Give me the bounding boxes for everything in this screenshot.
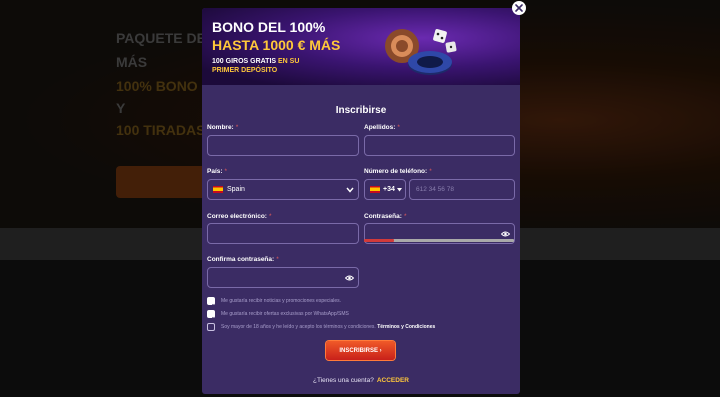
phone-prefix-select[interactable]: +34 [364, 179, 406, 200]
casino-chips-image [385, 29, 457, 75]
signup-submit-button[interactable]: INSCRIBIRSE › [326, 341, 395, 360]
last-name-field[interactable] [364, 135, 515, 156]
chevron-down-icon [346, 187, 354, 193]
confirm-password-label: Confirma contraseña: * [207, 256, 279, 263]
confirm-password-field[interactable] [207, 267, 359, 288]
caret-down-icon [397, 188, 402, 192]
terms-checkbox-label: Soy mayor de 18 años y he leído y acepto… [221, 324, 436, 330]
last-name-label: Apellidos: * [364, 124, 400, 131]
terms-checkbox[interactable] [207, 323, 215, 331]
terms-link[interactable]: Términos y Condiciones [377, 324, 435, 330]
eye-icon[interactable] [345, 275, 354, 281]
news-checkbox[interactable] [207, 297, 215, 309]
spain-flag-icon [213, 186, 223, 193]
promo-subheadline: HASTA 1000 € MÁS [212, 37, 341, 53]
email-label: Correo electrónico: * [207, 213, 272, 220]
check-icon [208, 303, 214, 309]
news-checkbox-label: Me gustaría recibir noticias y promocion… [221, 298, 342, 304]
whatsapp-checkbox[interactable] [207, 310, 215, 322]
country-value: Spain [227, 186, 245, 193]
password-strength-fill [364, 239, 394, 242]
promo-spins-yellow: EN SU [278, 58, 300, 65]
login-prompt-text: ¿Tienes una cuenta? [313, 377, 374, 384]
phone-placeholder: 612 34 56 78 [416, 186, 454, 193]
spain-flag-icon [370, 186, 380, 193]
promo-banner: BONO DEL 100% HASTA 1000 € MÁS 100 GIROS… [202, 8, 520, 85]
whatsapp-checkbox-label: Me gustaría recibir ofertas exclusivas p… [221, 311, 349, 317]
check-icon [208, 316, 214, 322]
promo-headline: BONO DEL 100% [212, 19, 326, 35]
eye-icon[interactable] [501, 231, 510, 237]
first-name-label: Nombre: * [207, 124, 239, 131]
promo-deposit-text: PRIMER DEPÓSITO [212, 67, 278, 74]
country-select[interactable]: Spain [207, 179, 359, 200]
signup-submit-label: INSCRIBIRSE › [339, 347, 382, 354]
form-title: Inscribirse [335, 105, 387, 116]
login-prompt: ¿Tienes una cuenta? ACCEDER [202, 377, 520, 384]
first-name-field[interactable] [207, 135, 359, 156]
password-label: Contraseña: * [364, 213, 407, 220]
promo-spins-text: 100 GIROS GRATIS EN SU [212, 58, 299, 65]
phone-prefix-value: +34 [383, 186, 395, 193]
close-icon [515, 4, 523, 12]
promo-spins-white: 100 GIROS GRATIS [212, 58, 277, 65]
password-strength-bar [364, 239, 514, 242]
login-link[interactable]: ACCEDER [377, 377, 409, 384]
email-field[interactable] [207, 223, 359, 244]
close-button[interactable] [512, 1, 526, 15]
phone-number-field[interactable]: 612 34 56 78 [409, 179, 515, 200]
country-label: País: * [207, 168, 228, 175]
signup-modal: BONO DEL 100% HASTA 1000 € MÁS 100 GIROS… [202, 8, 520, 394]
phone-label: Número de teléfono: * [364, 168, 432, 175]
